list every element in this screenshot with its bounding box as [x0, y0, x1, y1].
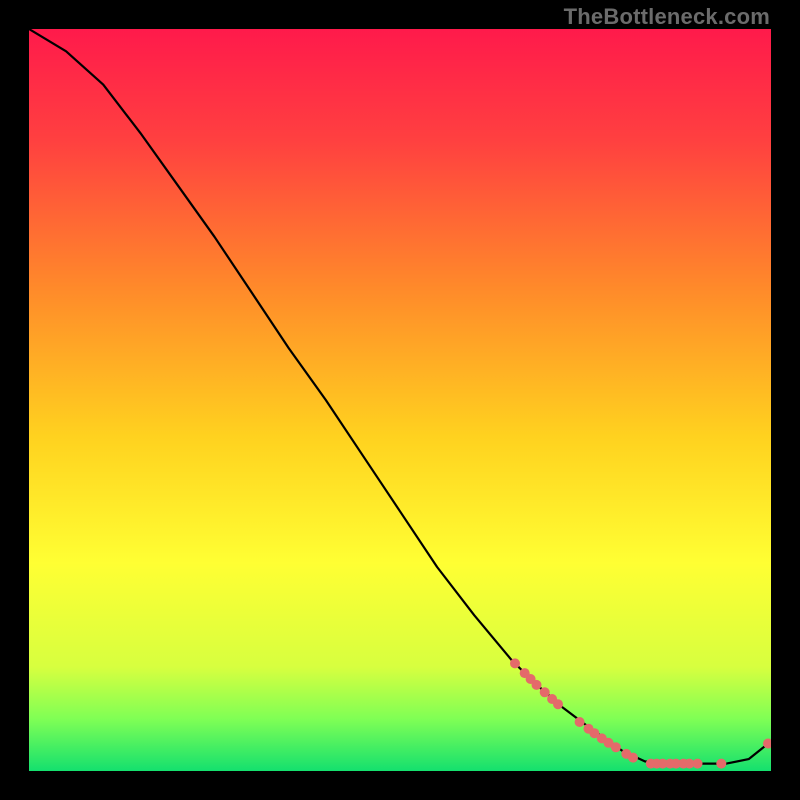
curve-marker	[611, 742, 621, 752]
chart-stage: TheBottleneck.com	[0, 0, 800, 800]
curve-marker	[553, 699, 563, 709]
curve-marker	[575, 717, 585, 727]
curve-marker	[628, 753, 638, 763]
curve-layer	[29, 29, 771, 771]
curve-marker	[716, 759, 726, 769]
watermark-label: TheBottleneck.com	[564, 4, 770, 30]
plot-area	[29, 29, 771, 771]
curve-markers	[510, 658, 771, 768]
curve-marker	[693, 759, 703, 769]
curve-marker	[540, 687, 550, 697]
bottleneck-curve	[29, 29, 771, 764]
curve-marker	[510, 658, 520, 668]
curve-marker	[532, 680, 542, 690]
